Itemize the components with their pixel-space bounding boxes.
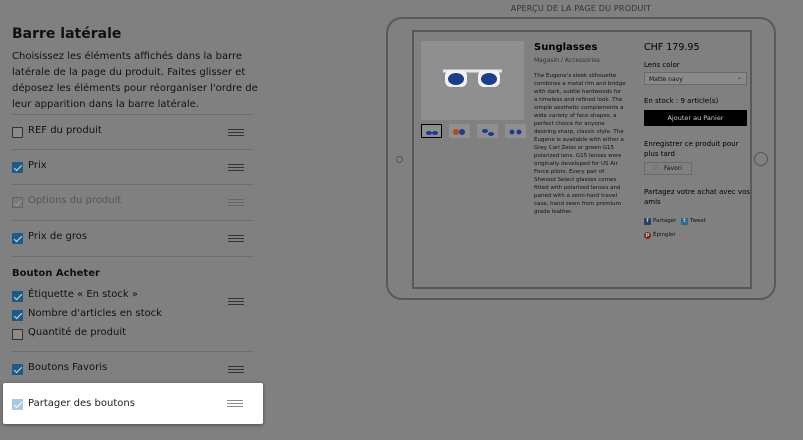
price-label: Prix <box>28 160 47 171</box>
quantity-checkbox[interactable] <box>12 329 23 340</box>
instock-checkbox[interactable] <box>12 291 23 302</box>
sidebar-description: Choisissez les éléments affichés dans la… <box>12 51 258 110</box>
stock-status: En stock : 9 article(s) <box>644 97 719 105</box>
add-to-cart-button[interactable]: Ajouter au Panier <box>644 110 747 126</box>
wholesale-checkbox[interactable] <box>12 233 23 244</box>
buy-section-group[interactable]: Étiquette « En stock » Nombre d'articles… <box>12 282 254 352</box>
thumbnail[interactable] <box>477 124 498 138</box>
preview-title: APERÇU DE LA PAGE DU PRODUIT <box>510 4 652 13</box>
options-checkbox <box>12 197 23 208</box>
favorite-label: Favori <box>664 165 682 172</box>
sidebar-settings-panel: Barre latérale Choisissez les éléments a… <box>0 0 268 440</box>
heart-icon: ♡ <box>652 164 659 172</box>
favorites-checkbox[interactable] <box>12 364 23 375</box>
sidebar-item-share[interactable]: Partager des boutons <box>3 383 263 424</box>
stock-count-checkbox[interactable] <box>12 310 23 321</box>
options-label: Options du produit <box>28 195 122 206</box>
instock-label: Étiquette « En stock » <box>28 289 138 300</box>
save-for-later-text: Enregistrer ce produit pour plus tard <box>644 140 739 158</box>
divider <box>12 256 254 257</box>
thumbnail[interactable] <box>505 124 526 138</box>
chevron-down-icon: ⌄ <box>736 74 742 81</box>
product-description: The Eugene's sleek silhouette combines a… <box>534 73 626 215</box>
drag-handle-icon[interactable] <box>228 129 244 136</box>
tablet-frame: Sunglasses Magasin / Accessories The Eug… <box>386 17 776 300</box>
twitter-share-label: Tweet <box>690 218 706 224</box>
drag-handle-icon[interactable] <box>227 400 243 407</box>
wholesale-label: Prix de gros <box>28 231 88 242</box>
drag-handle-icon[interactable] <box>228 199 244 206</box>
thumbnail-strip[interactable] <box>421 124 531 140</box>
drag-handle-icon[interactable] <box>228 298 244 305</box>
twitter-icon: t <box>681 218 688 225</box>
sidebar-title: Barre latérale <box>12 26 122 42</box>
share-checkbox[interactable] <box>12 399 23 410</box>
pinterest-share-button[interactable]: p Épingler <box>644 230 676 240</box>
sidebar-item-options: Options du produit <box>12 184 254 219</box>
ref-checkbox[interactable] <box>12 127 23 138</box>
share-text: Partagez votre achat avec vos amis <box>644 188 750 206</box>
drag-handle-icon[interactable] <box>228 366 244 373</box>
buy-section-title: Bouton Acheter <box>12 268 100 279</box>
quantity-label: Quantité de produit <box>28 327 127 338</box>
lens-color-label: Lens color <box>644 61 680 69</box>
stock-count-label: Nombre d'articles en stock <box>28 308 162 319</box>
sidebar-item-wholesale[interactable]: Prix de gros <box>12 220 254 255</box>
product-name: Sunglasses <box>534 42 598 53</box>
pinterest-icon: p <box>644 232 651 239</box>
product-main-image <box>421 41 524 120</box>
favorites-label: Boutons Favoris <box>28 362 108 373</box>
drag-handle-icon[interactable] <box>228 235 244 242</box>
sidebar-item-price[interactable]: Prix <box>12 149 254 184</box>
price-checkbox[interactable] <box>12 162 23 173</box>
ref-label: REF du produit <box>28 125 102 136</box>
facebook-share-label: Partager <box>653 218 677 224</box>
camera-icon <box>396 156 403 163</box>
thumbnail[interactable] <box>449 124 470 138</box>
pinterest-share-label: Épingler <box>653 232 676 238</box>
product-price: CHF 179.95 <box>644 42 700 53</box>
share-label: Partager des boutons <box>28 398 135 409</box>
lens-color-value: Matte navy <box>649 76 683 83</box>
favorite-button[interactable]: ♡ Favori <box>644 162 692 175</box>
breadcrumb[interactable]: Magasin / Accessories <box>534 57 600 64</box>
product-page-preview: Sunglasses Magasin / Accessories The Eug… <box>412 30 752 289</box>
thumbnail[interactable] <box>421 124 442 138</box>
facebook-icon: f <box>644 218 651 225</box>
sidebar-item-favorites[interactable]: Boutons Favoris <box>12 351 254 386</box>
drag-handle-icon[interactable] <box>228 164 244 171</box>
twitter-share-button[interactable]: t Tweet <box>681 216 706 226</box>
facebook-share-button[interactable]: f Partager <box>644 216 676 226</box>
lens-color-select[interactable]: Matte navy ⌄ <box>644 72 747 85</box>
home-button-icon <box>754 152 768 166</box>
sidebar-item-ref[interactable]: REF du produit <box>12 114 254 149</box>
